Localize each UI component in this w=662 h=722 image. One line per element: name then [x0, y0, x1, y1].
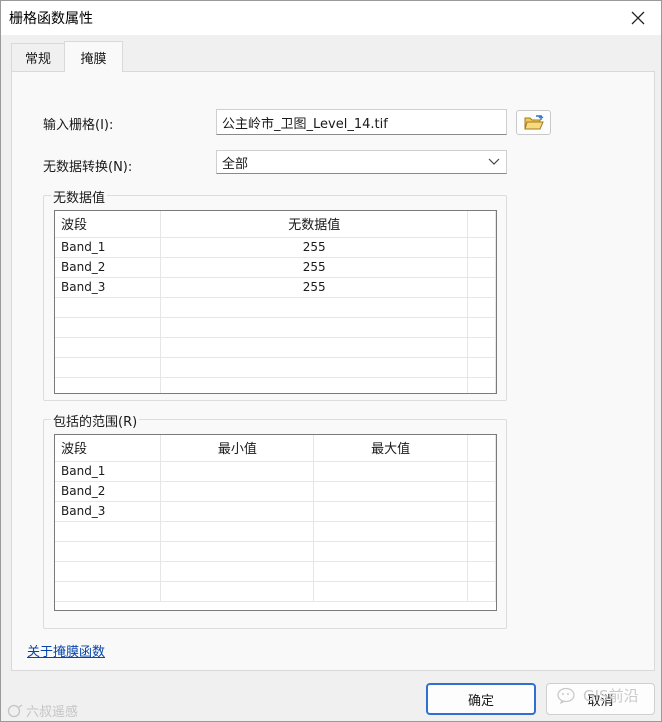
- empty-cell: [467, 481, 496, 502]
- column-header-max[interactable]: 最大值: [313, 435, 469, 462]
- min-value-cell[interactable]: [160, 501, 315, 522]
- wechat-icon: [557, 687, 575, 704]
- input-raster-label: 输入栅格(I):: [43, 118, 114, 133]
- nodata-transform-label: 无数据转换(N):: [43, 160, 133, 175]
- about-mask-function-link[interactable]: 关于掩膜函数: [27, 641, 105, 660]
- column-header-blank: [467, 211, 496, 238]
- empty-cell: [467, 461, 496, 482]
- tab-general-label: 常规: [24, 52, 51, 67]
- browse-button[interactable]: [516, 110, 551, 135]
- min-value-cell[interactable]: [160, 481, 315, 502]
- empty-row: [55, 377, 496, 393]
- tab-mask-label: 掩膜: [80, 51, 107, 67]
- nodata-value-cell[interactable]: 255: [160, 277, 469, 298]
- chevron-down-icon: [488, 158, 500, 165]
- empty-row: [55, 337, 496, 358]
- range-group-title: 包括的范围(R): [51, 411, 140, 430]
- table-row[interactable]: Band_2 255: [55, 257, 496, 278]
- table-row[interactable]: Band_2: [55, 481, 496, 502]
- tab-mask[interactable]: 掩膜: [64, 41, 123, 72]
- input-raster-field[interactable]: 公主岭市_卫图_Level_14.tif: [216, 109, 507, 135]
- nodata-grid[interactable]: 波段 无数据值 Band_1 255 Band_2 255 Band_3 255: [54, 210, 497, 394]
- max-value-cell[interactable]: [313, 501, 469, 522]
- empty-row: [55, 521, 496, 542]
- title-bar: 栅格函数属性: [1, 1, 661, 35]
- column-header-min[interactable]: 最小值: [160, 435, 315, 462]
- empty-row: [55, 357, 496, 378]
- column-header-blank: [467, 435, 496, 462]
- table-row[interactable]: Band_1: [55, 461, 496, 482]
- column-header-nodata[interactable]: 无数据值: [160, 211, 469, 238]
- max-value-cell[interactable]: [313, 481, 469, 502]
- table-row[interactable]: Band_3 255: [55, 277, 496, 298]
- nodata-transform-select[interactable]: 全部: [216, 150, 507, 174]
- empty-row: [55, 581, 496, 602]
- empty-row: [55, 317, 496, 338]
- max-value-cell[interactable]: [313, 461, 469, 482]
- empty-row: [55, 541, 496, 562]
- empty-row: [55, 297, 496, 318]
- watermark-logo-icon: [7, 703, 23, 717]
- dialog-window: 栅格函数属性 常规 掩膜 输入栅格(I): 公主岭市_卫图_Level_14.t…: [0, 0, 662, 722]
- nodata-value-cell[interactable]: 255: [160, 257, 469, 278]
- nodata-value-cell[interactable]: 255: [160, 237, 469, 258]
- range-grid[interactable]: 波段 最小值 最大值 Band_1 Band_2 Band_3: [54, 434, 497, 611]
- range-header-row: 波段 最小值 最大值: [55, 435, 496, 462]
- table-row[interactable]: Band_3: [55, 501, 496, 522]
- watermark-left-text: 六叔遥感: [26, 705, 79, 720]
- empty-cell: [467, 277, 496, 298]
- column-header-band[interactable]: 波段: [55, 435, 162, 462]
- band-cell: Band_2: [55, 257, 162, 278]
- band-cell: Band_1: [55, 237, 162, 258]
- watermark-left: 六叔遥感: [7, 701, 78, 720]
- close-icon: [631, 11, 645, 25]
- window-title: 栅格函数属性: [9, 11, 93, 27]
- watermark-right: GIS前沿: [557, 685, 639, 706]
- empty-cell: [467, 501, 496, 522]
- nodata-group-title: 无数据值: [51, 187, 108, 206]
- nodata-transform-value: 全部: [222, 157, 249, 172]
- input-raster-value: 公主岭市_卫图_Level_14.tif: [222, 117, 388, 132]
- band-cell: Band_2: [55, 481, 162, 502]
- column-header-band[interactable]: 波段: [55, 211, 162, 238]
- ok-button-label: 确定: [467, 693, 494, 709]
- table-row[interactable]: Band_1 255: [55, 237, 496, 258]
- watermark-right-text: GIS前沿: [583, 687, 639, 705]
- tab-general[interactable]: 常规: [11, 43, 65, 71]
- band-cell: Band_3: [55, 501, 162, 522]
- ok-button[interactable]: 确定: [426, 683, 536, 715]
- close-button[interactable]: [615, 1, 661, 35]
- min-value-cell[interactable]: [160, 461, 315, 482]
- band-cell: Band_3: [55, 277, 162, 298]
- folder-open-icon: [523, 114, 544, 129]
- empty-cell: [467, 237, 496, 258]
- nodata-header-row: 波段 无数据值: [55, 211, 496, 238]
- empty-cell: [467, 257, 496, 278]
- empty-row: [55, 561, 496, 582]
- range-table: 波段 最小值 最大值 Band_1 Band_2 Band_3: [55, 435, 496, 602]
- band-cell: Band_1: [55, 461, 162, 482]
- nodata-table: 波段 无数据值 Band_1 255 Band_2 255 Band_3 255: [55, 211, 496, 393]
